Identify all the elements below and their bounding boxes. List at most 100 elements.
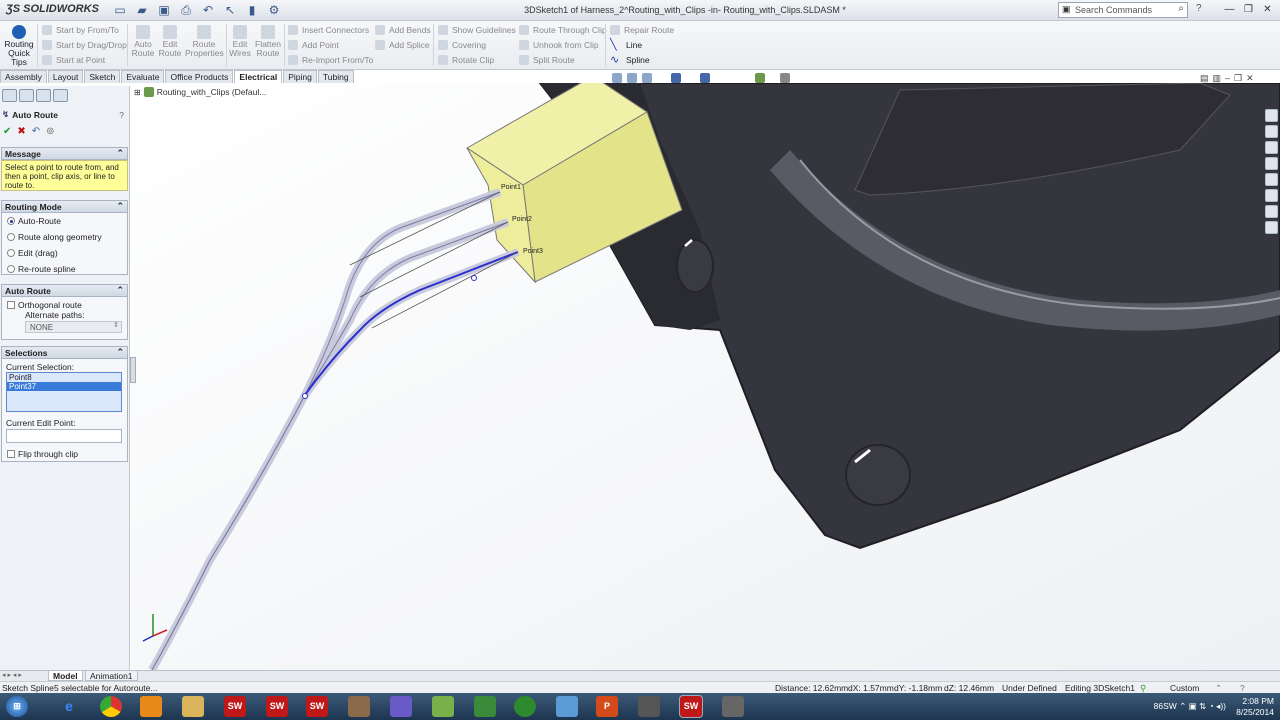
edit-route-button[interactable]: Edit Route [158, 23, 182, 58]
spline-point[interactable] [471, 275, 477, 281]
radio-route-along-geometry[interactable]: Route along geometry [7, 232, 102, 242]
app-icon[interactable] [638, 696, 660, 717]
minimize-view-icon[interactable]: – [1225, 73, 1230, 84]
collapse-icon[interactable]: ⌃ [116, 347, 124, 358]
list-item-selected[interactable]: Point37 [7, 382, 121, 391]
ok-check-icon[interactable]: ✔ [3, 126, 11, 137]
view-orientation-icon[interactable] [671, 73, 681, 83]
search-commands-input[interactable]: ▣ Search Commands ⌕ [1058, 2, 1188, 18]
undo-icon[interactable]: ↶ [32, 126, 40, 137]
internet-explorer-icon[interactable]: e [58, 696, 80, 717]
tab-model[interactable]: Model [48, 671, 83, 681]
display-style-icon[interactable] [700, 73, 710, 83]
section-view-icon[interactable] [642, 73, 652, 83]
app-icon[interactable] [722, 696, 744, 717]
edit-wires-button[interactable]: Edit Wires [229, 23, 251, 58]
help-icon[interactable]: ? [1196, 3, 1202, 14]
add-bends-button[interactable]: Add Bends [375, 23, 431, 37]
spline-button[interactable]: ∿ Spline [610, 53, 650, 67]
collapse-icon[interactable]: ⌃ [116, 148, 124, 159]
flatten-route-button[interactable]: Flatten Route [254, 23, 282, 58]
tile-icon[interactable]: ▤ [1200, 73, 1209, 84]
tab-electrical[interactable]: Electrical [234, 70, 283, 83]
expand-icon[interactable]: ⊞ [134, 88, 141, 97]
tab-piping[interactable]: Piping [283, 70, 317, 83]
start-button-icon[interactable]: ⊞ [6, 696, 28, 717]
show-guidelines-button[interactable]: Show Guidelines [438, 23, 516, 37]
tray-icons[interactable]: ⌃ ▣ ⇅ ◔ ◂)) [1179, 701, 1226, 711]
zoom-area-icon[interactable] [627, 73, 637, 83]
tab-layout[interactable]: Layout [47, 70, 84, 83]
insert-connectors-button[interactable]: Insert Connectors [288, 23, 369, 37]
route-properties-button[interactable]: Route Properties [185, 23, 224, 58]
auto-route-button[interactable]: Auto Route [131, 23, 155, 58]
outlook-icon[interactable] [140, 696, 162, 717]
rotate-clip-button[interactable]: Rotate Clip [438, 53, 494, 67]
auto-route-header[interactable]: Auto Route ⌃ [1, 284, 128, 297]
feature-manager-icon[interactable] [2, 89, 17, 102]
list-item[interactable]: Point8 [7, 373, 121, 382]
route-through-clip-button[interactable]: Route Through Clip [519, 23, 607, 37]
cancel-x-icon[interactable]: ✖ [17, 126, 25, 137]
split-route-button[interactable]: Split Route [519, 53, 575, 67]
tree-root-label[interactable]: Routing_with_Clips (Defaul... [157, 87, 267, 97]
appearance-manager-icon[interactable] [53, 89, 68, 102]
current-edit-point-field[interactable] [6, 429, 122, 443]
3d-model-viewport[interactable] [131, 83, 1280, 670]
appearances-icon[interactable] [1265, 189, 1278, 202]
tab-animation1[interactable]: Animation1 [85, 671, 138, 681]
orthogonal-route-checkbox[interactable]: Orthogonal route [7, 300, 82, 310]
restore-button[interactable]: ❐ [1240, 2, 1257, 17]
tab-scroll-arrows[interactable]: ◂ ▸ ◂ ▸ [2, 671, 22, 679]
help-icon[interactable]: ? [119, 110, 124, 120]
selections-header[interactable]: Selections ⌃ [1, 346, 128, 359]
tab-office-products[interactable]: Office Products [165, 70, 234, 83]
radio-auto-route[interactable]: Auto-Route [7, 216, 61, 226]
design-library-icon[interactable] [1265, 141, 1278, 154]
restore-view-icon[interactable]: ❐ [1234, 73, 1242, 84]
collapse-icon[interactable]: ⌃ [116, 201, 124, 212]
spline-point[interactable] [302, 393, 308, 399]
mounting-hole[interactable] [676, 239, 714, 293]
clock[interactable]: 2:08 PM 8/25/2014 [1236, 696, 1274, 718]
collapse-icon[interactable]: ⌃ [116, 285, 124, 296]
configuration-manager-icon[interactable] [36, 89, 51, 102]
flyout-feature-tree[interactable]: ⊞ Routing_with_Clips (Defaul... [134, 87, 266, 97]
minimize-button[interactable]: — [1221, 2, 1238, 17]
search-icon[interactable]: ⌕ [1178, 3, 1184, 14]
appearance-icon[interactable] [755, 73, 765, 83]
snipping-icon[interactable] [556, 696, 578, 717]
scene-icon[interactable] [780, 73, 790, 83]
routing-mode-header[interactable]: Routing Mode ⌃ [1, 200, 128, 213]
current-selection-list[interactable]: Point8 Point37 [6, 372, 122, 412]
chrome-icon[interactable] [100, 696, 122, 717]
app-icon[interactable] [390, 696, 412, 717]
tab-sketch[interactable]: Sketch [84, 70, 121, 83]
unhook-from-clip-button[interactable]: Unhook from Clip [519, 38, 599, 52]
pushpin-icon[interactable]: ⊚ [46, 126, 54, 137]
file-explorer-icon[interactable] [1265, 157, 1278, 170]
tree-app-icon[interactable] [514, 696, 536, 717]
custom-properties-icon[interactable] [1265, 205, 1278, 218]
app-icon[interactable] [348, 696, 370, 717]
solidworks-active-taskbar-icon[interactable]: SW [679, 695, 703, 718]
zoom-fit-icon[interactable] [612, 73, 622, 83]
mounting-hole[interactable] [845, 444, 911, 506]
app-icon[interactable] [474, 696, 496, 717]
routing-quick-tips-button[interactable]: Routing Quick Tips [4, 23, 34, 67]
start-from-to-button[interactable]: Start by From/To [42, 23, 119, 37]
radio-edit-drag[interactable]: Edit (drag) [7, 248, 58, 258]
help-icon[interactable]: ? [1240, 683, 1245, 693]
view-palette-icon[interactable] [1265, 173, 1278, 186]
status-units[interactable]: Custom [1170, 683, 1199, 693]
property-manager-icon[interactable] [19, 89, 34, 102]
add-splice-button[interactable]: Add Splice [375, 38, 430, 52]
tab-tubing[interactable]: Tubing [317, 70, 354, 83]
solidworks-taskbar-icon[interactable]: SW [224, 696, 246, 717]
close-button[interactable]: ✕ [1259, 2, 1276, 17]
powerpoint-icon[interactable]: P [596, 696, 618, 717]
solidworks-taskbar-icon[interactable]: SW [266, 696, 288, 717]
flip-through-clip-checkbox[interactable]: Flip through clip [7, 449, 78, 459]
notes-icon[interactable] [432, 696, 454, 717]
graphics-area[interactable]: Point1 Point2 Point3 [131, 83, 1280, 670]
